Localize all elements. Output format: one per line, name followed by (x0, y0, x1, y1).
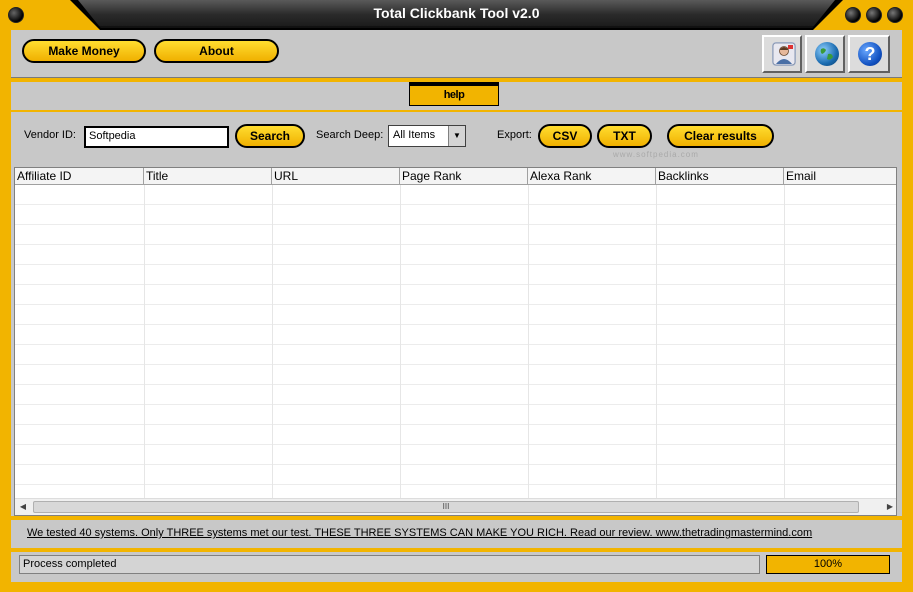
results-table[interactable]: Affiliate ID Title URL Page Rank Alexa R… (14, 167, 897, 516)
export-label: Export: (497, 129, 532, 141)
window-title: Total Clickbank Tool v2.0 (373, 5, 540, 21)
column-header-affiliate-id[interactable]: Affiliate ID (15, 168, 144, 185)
status-text: Process completed (19, 555, 760, 574)
column-divider (656, 185, 657, 498)
table-row (15, 225, 896, 245)
minimize-button[interactable] (845, 7, 861, 23)
column-header-url[interactable]: URL (272, 168, 400, 185)
help-icon: ? (858, 42, 882, 66)
status-bar: Process completed 100% (11, 552, 902, 578)
contact-icon (772, 42, 796, 66)
table-row (15, 285, 896, 305)
export-csv-button[interactable]: CSV (538, 124, 592, 148)
scroll-left-icon[interactable]: ◀ (15, 499, 31, 515)
column-header-backlinks[interactable]: Backlinks (656, 168, 784, 185)
column-header-alexa-rank[interactable]: Alexa Rank (528, 168, 656, 185)
progress-bar: 100% (766, 555, 890, 574)
column-divider (784, 185, 785, 498)
search-button[interactable]: Search (235, 124, 305, 148)
title-bar[interactable]: Total Clickbank Tool v2.0 (0, 0, 913, 30)
table-row (15, 445, 896, 465)
maximize-button[interactable] (866, 7, 882, 23)
search-deep-label: Search Deep: (316, 129, 384, 141)
table-row (15, 405, 896, 425)
table-row (15, 245, 896, 265)
search-deep-select[interactable]: All Items ▼ (388, 125, 466, 147)
help-strip: help (11, 82, 902, 112)
promo-bar: We tested 40 systems. Only THREE systems… (11, 520, 902, 548)
website-button[interactable] (805, 35, 845, 73)
chevron-down-icon[interactable]: ▼ (448, 126, 465, 146)
search-deep-value: All Items (393, 129, 436, 141)
promo-link[interactable]: We tested 40 systems. Only THREE systems… (27, 527, 812, 539)
column-divider (272, 185, 273, 498)
main-panel: Make Money About ? help Vendor ID: Softp… (11, 30, 902, 582)
watermark: www.softpedia.com (613, 150, 699, 159)
column-header-email[interactable]: Email (784, 168, 896, 185)
table-row (15, 325, 896, 345)
clear-results-button[interactable]: Clear results (667, 124, 774, 148)
vendor-id-input[interactable]: Softpedia (84, 126, 229, 148)
table-row (15, 265, 896, 285)
table-row (15, 385, 896, 405)
scrollbar-thumb[interactable]: III (33, 501, 859, 513)
table-row (15, 185, 896, 205)
table-row (15, 465, 896, 485)
column-divider (528, 185, 529, 498)
table-header: Affiliate ID Title URL Page Rank Alexa R… (15, 168, 896, 185)
table-row (15, 305, 896, 325)
top-toolbar: Make Money About ? (11, 30, 902, 78)
export-txt-button[interactable]: TXT (597, 124, 652, 148)
column-divider (400, 185, 401, 498)
progress-label: 100% (813, 558, 843, 570)
horizontal-scrollbar[interactable]: ◀ III ▶ (15, 498, 896, 515)
column-header-page-rank[interactable]: Page Rank (400, 168, 528, 185)
contact-button[interactable] (762, 35, 802, 73)
close-button[interactable] (887, 7, 903, 23)
globe-icon (815, 42, 839, 66)
scroll-right-icon[interactable]: ▶ (882, 499, 896, 515)
help-button[interactable]: ? (848, 35, 890, 73)
table-row (15, 425, 896, 445)
column-header-title[interactable]: Title (144, 168, 272, 185)
help-tab[interactable]: help (409, 82, 499, 106)
about-button[interactable]: About (154, 39, 279, 63)
vendor-id-label: Vendor ID: (24, 129, 76, 141)
system-menu-icon[interactable] (8, 7, 24, 23)
table-row (15, 365, 896, 385)
table-row (15, 345, 896, 365)
make-money-button[interactable]: Make Money (22, 39, 146, 63)
window-frame: Make Money About ? help Vendor ID: Softp… (0, 30, 913, 592)
table-row (15, 205, 896, 225)
column-divider (144, 185, 145, 498)
